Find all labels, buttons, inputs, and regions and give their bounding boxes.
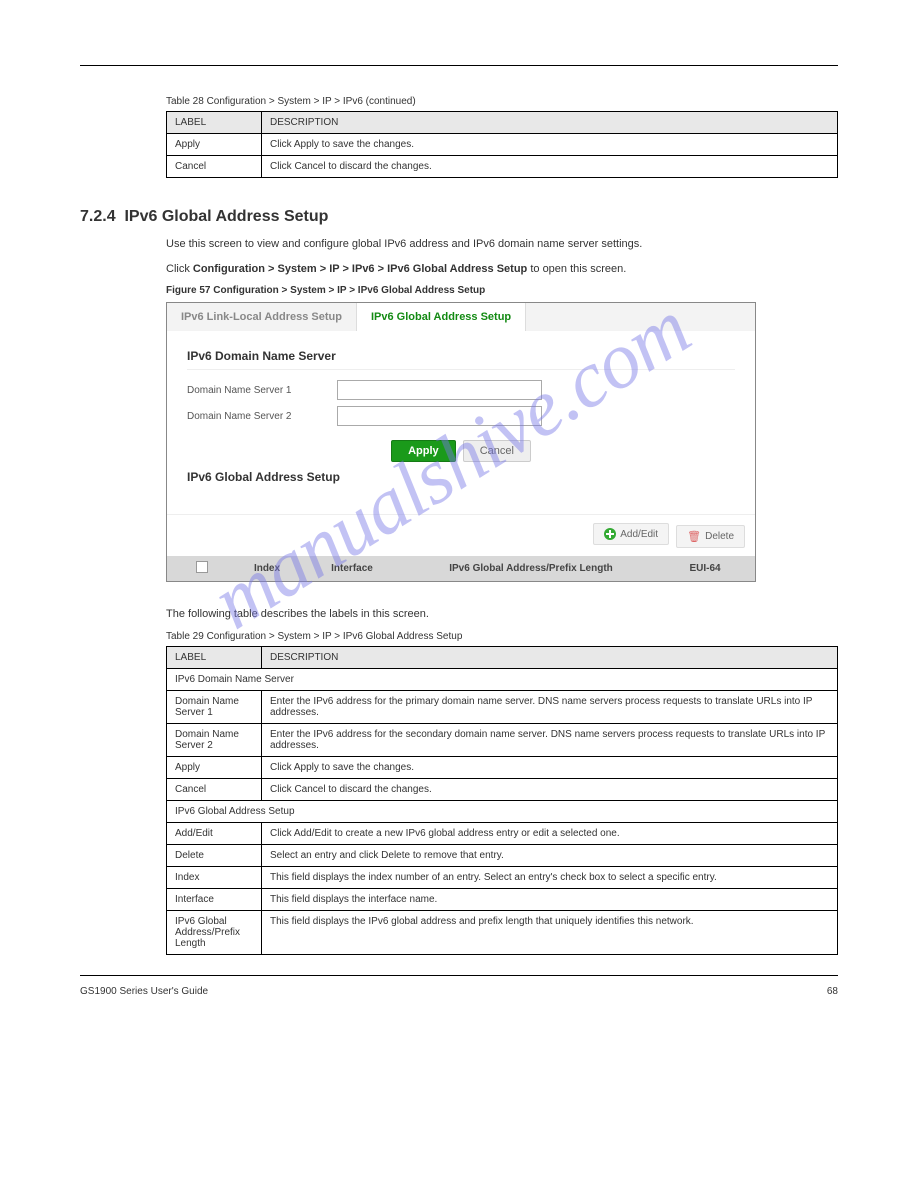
cell-desc: Enter the IPv6 address for the primary d… xyxy=(262,690,838,723)
dns-panel-title: IPv6 Domain Name Server xyxy=(187,349,735,370)
grid-select-all[interactable] xyxy=(177,561,227,576)
cell-label: Cancel xyxy=(167,778,262,800)
delete-label: Delete xyxy=(705,531,734,542)
table-row: IndexThis field displays the index numbe… xyxy=(167,866,838,888)
table-row: IPv6 Domain Name Server xyxy=(167,668,838,690)
th-desc: DESCRIPTION xyxy=(262,646,838,668)
cell-label: Apply xyxy=(167,756,262,778)
cell-desc: This field displays the index number of … xyxy=(262,866,838,888)
add-edit-label: Add/Edit xyxy=(620,529,658,540)
cell-desc: Click Apply to save the changes. xyxy=(262,134,838,156)
plus-icon xyxy=(604,528,616,540)
cell-label: Interface xyxy=(167,888,262,910)
cell-label: Apply xyxy=(167,134,262,156)
dns1-row: Domain Name Server 1 xyxy=(187,380,735,400)
section-body-2: Click Configuration > System > IP > IPv6… xyxy=(166,261,838,278)
bottom-rule xyxy=(80,975,838,976)
table29-intro: The following table describes the labels… xyxy=(166,606,838,623)
figure-caption: Figure 57 Configuration > System > IP > … xyxy=(166,285,838,296)
cell-desc: Enter the IPv6 address for the secondary… xyxy=(262,723,838,756)
top-rule xyxy=(80,65,838,66)
tab-ipv6-global[interactable]: IPv6 Global Address Setup xyxy=(357,303,526,331)
table-row: IPv6 Global Address Setup xyxy=(167,800,838,822)
dns1-input[interactable] xyxy=(337,380,542,400)
table28-caption: Table 28 Configuration > System > IP > I… xyxy=(166,96,838,107)
grid-header: Index Interface IPv6 Global Address/Pref… xyxy=(167,556,755,581)
table-row: Domain Name Server 2Enter the IPv6 addre… xyxy=(167,723,838,756)
trash-icon: 🗑 xyxy=(687,530,701,543)
dns2-row: Domain Name Server 2 xyxy=(187,406,735,426)
tab-ipv6-link-local[interactable]: IPv6 Link-Local Address Setup xyxy=(167,303,357,331)
figure-panel: IPv6 Link-Local Address Setup IPv6 Globa… xyxy=(166,302,756,582)
global-setup-title: IPv6 Global Address Setup xyxy=(187,470,735,490)
checkbox-icon xyxy=(196,561,208,573)
delete-button[interactable]: 🗑 Delete xyxy=(676,525,745,548)
table-row: InterfaceThis field displays the interfa… xyxy=(167,888,838,910)
add-edit-button[interactable]: Add/Edit xyxy=(593,523,669,545)
section-num: 7.2.4 xyxy=(80,208,116,225)
cancel-button[interactable]: Cancel xyxy=(463,440,531,462)
cell-desc: This field displays the interface name. xyxy=(262,888,838,910)
footer-guide: GS1900 Series User's Guide xyxy=(80,986,208,997)
table28: LABEL DESCRIPTION Apply Click Apply to s… xyxy=(166,111,838,178)
dns1-label: Domain Name Server 1 xyxy=(187,385,337,396)
cell-desc: Click Apply to save the changes. xyxy=(262,756,838,778)
table-row: DeleteSelect an entry and click Delete t… xyxy=(167,844,838,866)
col-interface: Interface xyxy=(307,563,397,574)
cell-label: Domain Name Server 1 xyxy=(167,690,262,723)
dns2-label: Domain Name Server 2 xyxy=(187,411,337,422)
cell-span: IPv6 Domain Name Server xyxy=(167,668,838,690)
table29: LABEL DESCRIPTION IPv6 Domain Name Serve… xyxy=(166,646,838,955)
section-body-1: Use this screen to view and configure gl… xyxy=(166,236,838,253)
button-row: Apply Cancel xyxy=(187,440,735,462)
table-row: IPv6 Global Address/Prefix LengthThis fi… xyxy=(167,910,838,954)
dns2-input[interactable] xyxy=(337,406,542,426)
section-title: IPv6 Global Address Setup xyxy=(124,208,328,225)
table-row: Domain Name Server 1Enter the IPv6 addre… xyxy=(167,690,838,723)
footer: GS1900 Series User's Guide 68 xyxy=(80,986,838,997)
cell-desc: Select an entry and click Delete to remo… xyxy=(262,844,838,866)
grid-toolbar: Add/Edit 🗑 Delete xyxy=(167,514,755,556)
col-index: Index xyxy=(227,563,307,574)
tab-bar: IPv6 Link-Local Address Setup IPv6 Globa… xyxy=(167,303,755,331)
cell-label: Index xyxy=(167,866,262,888)
table-row: Cancel Click Cancel to discard the chang… xyxy=(167,156,838,178)
cell-desc: Click Cancel to discard the changes. xyxy=(262,778,838,800)
cell-desc: This field displays the IPv6 global addr… xyxy=(262,910,838,954)
th-label: LABEL xyxy=(167,112,262,134)
table-row: ApplyClick Apply to save the changes. xyxy=(167,756,838,778)
table-row: Add/EditClick Add/Edit to create a new I… xyxy=(167,822,838,844)
table-row: CancelClick Cancel to discard the change… xyxy=(167,778,838,800)
col-eui64: EUI-64 xyxy=(665,563,745,574)
cell-label: IPv6 Global Address/Prefix Length xyxy=(167,910,262,954)
cell-label: Delete xyxy=(167,844,262,866)
cell-label: Add/Edit xyxy=(167,822,262,844)
th-desc: DESCRIPTION xyxy=(262,112,838,134)
cell-label: Domain Name Server 2 xyxy=(167,723,262,756)
cell-label: Cancel xyxy=(167,156,262,178)
cell-desc: Click Cancel to discard the changes. xyxy=(262,156,838,178)
cell-desc: Click Add/Edit to create a new IPv6 glob… xyxy=(262,822,838,844)
footer-page: 68 xyxy=(827,986,838,997)
cell-span: IPv6 Global Address Setup xyxy=(167,800,838,822)
table-row: Apply Click Apply to save the changes. xyxy=(167,134,838,156)
col-address: IPv6 Global Address/Prefix Length xyxy=(397,563,665,574)
section-heading: 7.2.4 IPv6 Global Address Setup xyxy=(80,208,838,226)
th-label: LABEL xyxy=(167,646,262,668)
apply-button[interactable]: Apply xyxy=(391,440,456,462)
table29-caption: Table 29 Configuration > System > IP > I… xyxy=(166,631,838,642)
